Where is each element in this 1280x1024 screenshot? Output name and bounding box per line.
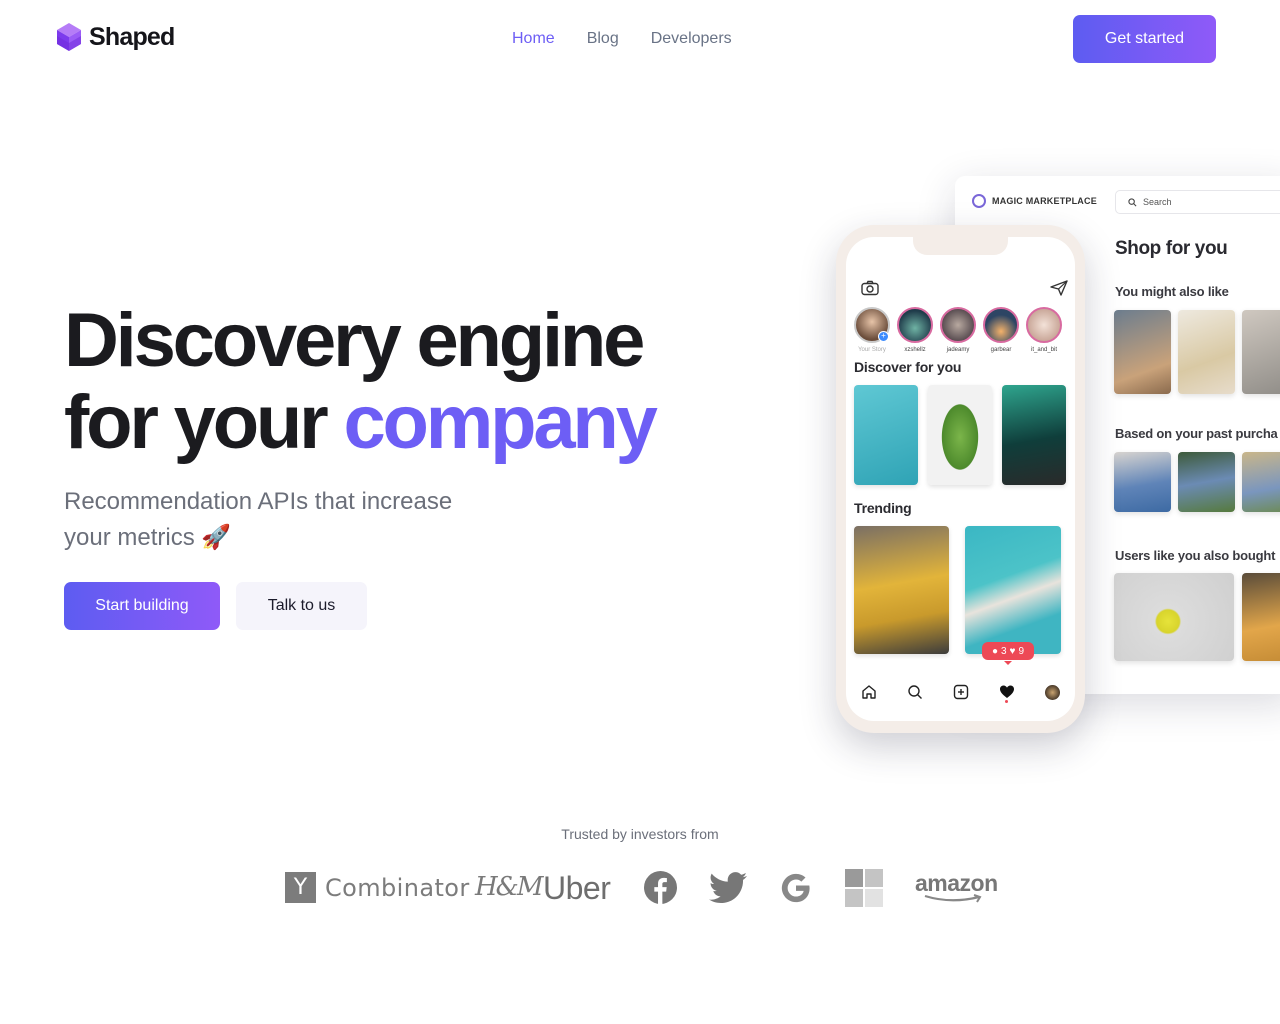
product-tile[interactable] [1114,452,1171,512]
headline-line-1: Discovery engine [64,298,645,383]
product-tile[interactable] [1114,573,1234,661]
google-icon [781,873,810,903]
feed-tile[interactable] [1002,385,1066,485]
discover-section-title: Discover for you [854,359,962,375]
uber-logo: Uber [543,870,611,906]
marketplace-brand: MAGIC MARKETPLACE [972,194,1097,208]
story-label: it_and_bit [1030,347,1058,353]
hero-headline: Discovery engine for your company [64,298,658,465]
section-based-on-past-purchases: Based on your past purcha [1115,426,1278,441]
story-avatar[interactable] [897,307,933,343]
home-icon[interactable] [861,684,877,700]
trending-section-title: Trending [854,500,912,516]
heart-small-icon: ♥ [1009,645,1016,657]
yc-word: Combinator [325,873,470,902]
search-icon [1128,197,1137,206]
feed-tile[interactable] [854,526,949,654]
comment-icon: ● [991,645,998,657]
product-tile[interactable] [1178,310,1235,394]
like-count: 9 [1018,645,1025,657]
feed-tile[interactable] [928,385,992,485]
twitter-icon [709,872,747,904]
add-post-icon[interactable] [953,684,969,700]
nav-developers[interactable]: Developers [651,30,732,48]
marketplace-search-placeholder: Search [1143,197,1172,207]
headline-accent: company [343,380,657,465]
story-avatar[interactable] [983,307,1019,343]
nav-blog[interactable]: Blog [587,30,619,48]
ycombinator-logo: Y Combinator [285,872,470,903]
hm-logo: H&M [475,872,543,902]
comment-count: 3 [1000,645,1007,657]
feed-tile[interactable] [854,385,918,485]
story-label: jadeamy [946,347,970,353]
notification-dot [1005,700,1008,703]
send-icon[interactable] [1050,280,1068,296]
amazon-smile-icon [924,894,982,903]
product-tile[interactable] [1114,310,1171,394]
heart-icon[interactable] [999,684,1015,700]
section-you-might-also-like: You might also like [1115,284,1229,299]
product-tile[interactable] [1242,573,1280,661]
marketplace-title: Shop for you [1115,238,1228,259]
trusted-label: Trusted by investors from [561,826,719,842]
main-nav: Home Blog Developers [512,30,732,48]
talk-to-us-button[interactable]: Talk to us [236,582,367,630]
amazon-logo: amazon [915,870,998,903]
search-icon[interactable] [907,684,923,700]
marketplace-search-input[interactable]: Search [1115,190,1280,214]
add-story-icon[interactable]: + [878,331,889,342]
brand-logo[interactable]: Shaped [56,22,175,52]
phone-tab-bar [846,677,1075,707]
marketplace-brand-name: MAGIC MARKETPLACE [992,196,1097,206]
story-avatar[interactable] [940,307,976,343]
shaped-logo-icon [57,23,81,51]
nav-home[interactable]: Home [512,30,555,48]
headline-line-2: for your [64,380,344,465]
facebook-icon [644,871,677,904]
product-tile[interactable] [1178,452,1235,512]
camera-icon[interactable] [861,280,879,296]
profile-avatar-icon[interactable] [1045,684,1060,700]
story-label: Your Story [858,347,886,353]
phone-notch [913,237,1008,255]
marketplace-logo-icon [972,194,986,208]
activity-notification: ● 3 ♥ 9 [982,642,1034,665]
product-tile[interactable] [1242,310,1280,394]
amazon-wordmark: amazon [915,870,998,896]
story-label: xzshellz [904,347,926,353]
microsoft-icon [845,869,883,907]
start-building-button[interactable]: Start building [64,582,220,630]
hero-subhead: Recommendation APIs that increase your m… [64,488,453,551]
get-started-button[interactable]: Get started [1073,15,1216,63]
feed-tile[interactable] [965,526,1061,654]
product-tile[interactable] [1242,452,1280,512]
phone-mockup: + Your Story xzshellz jadeamy garbear it… [836,225,1085,733]
yc-letter: Y [285,872,316,903]
brand-name: Shaped [89,22,175,51]
story-avatar[interactable] [1026,307,1062,343]
section-users-also-bought: Users like you also bought [1115,548,1276,563]
story-label: garbear [990,347,1012,353]
phone-screen: + Your Story xzshellz jadeamy garbear it… [846,237,1075,721]
